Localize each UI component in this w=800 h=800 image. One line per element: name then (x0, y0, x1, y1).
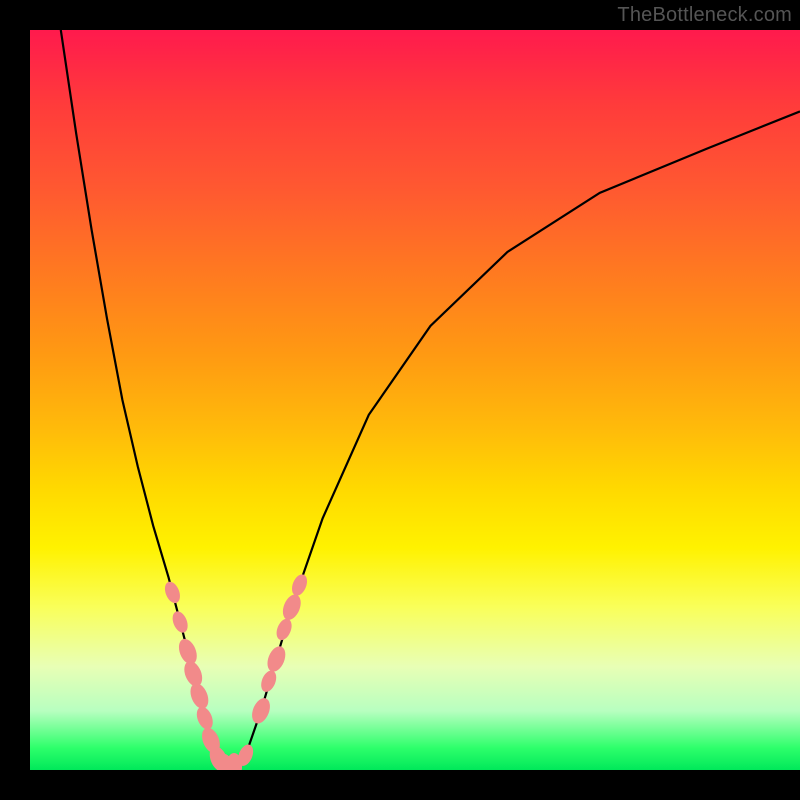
plot-area (30, 30, 800, 770)
curve-marker (194, 704, 216, 731)
curve-marker (279, 592, 304, 623)
chart-frame: TheBottleneck.com (0, 0, 800, 800)
curve-marker (274, 616, 295, 642)
curve-marker (187, 681, 212, 712)
curve-marker (170, 609, 191, 635)
curve-marker (264, 644, 289, 675)
marker-group (162, 572, 310, 770)
bottleneck-curve (61, 30, 800, 770)
attribution-text: TheBottleneck.com (617, 4, 792, 27)
curve-marker (249, 695, 274, 726)
curve-marker (289, 572, 310, 598)
curve-marker (162, 579, 183, 605)
chart-svg (30, 30, 800, 770)
curve-marker (258, 668, 279, 694)
